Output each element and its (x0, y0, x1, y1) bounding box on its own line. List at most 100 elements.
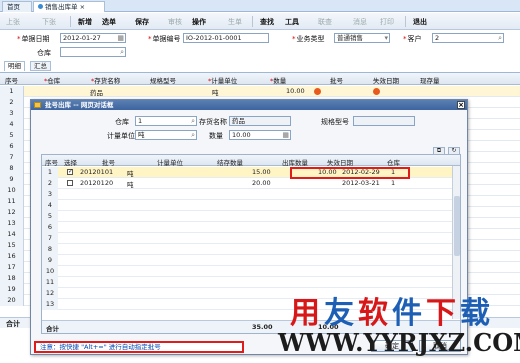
tab-detail[interactable]: 明细 (4, 61, 25, 71)
row-number: 2 (42, 178, 58, 189)
detail-tabs: 明细 汇总 (0, 61, 520, 71)
toolbar: 上张 下张 新增 选单 保存 审核 操作 生单 查找 工具 联查 消息 打印 退… (0, 13, 520, 30)
search-icon[interactable]: ⌕ (120, 48, 124, 56)
close-icon[interactable]: × (80, 3, 85, 11)
watermark-char: 软 (358, 296, 392, 331)
warehouse-field[interactable]: ⌕ (60, 47, 126, 57)
batch-row[interactable]: 4 (42, 200, 452, 211)
dlg-spec-label: 规格型号 (321, 118, 349, 126)
operation-button[interactable]: 操作 (192, 17, 206, 27)
dialog-title: 批号出库 -- 网页对话框 (45, 101, 114, 109)
watermark-char: 件 (392, 296, 426, 331)
find-button[interactable]: 查找 (260, 17, 274, 27)
row-number: 13 (0, 218, 24, 229)
col-no: 序号 (5, 77, 18, 85)
watermark-char: 载 (460, 296, 494, 331)
message-button[interactable]: 消息 (353, 17, 367, 27)
save-button[interactable]: 保存 (135, 17, 149, 27)
scrollbar-thumb[interactable] (454, 196, 460, 256)
new-button[interactable]: 新增 (78, 17, 92, 27)
dlg-goods-field: 药品 (229, 116, 291, 126)
row-number: 1 (0, 86, 24, 97)
row-number: 3 (0, 108, 24, 119)
generate-button[interactable]: 生单 (228, 17, 242, 27)
batch-row[interactable]: 7 (42, 233, 452, 244)
batch-row[interactable]: 6 (42, 222, 452, 233)
batch-row[interactable]: 9 (42, 255, 452, 266)
row-number: 4 (0, 119, 24, 130)
search-icon[interactable]: ⌕ (498, 34, 502, 42)
table-row[interactable]: 1 药品 吨 10.00 (0, 86, 520, 97)
dlg-qty-field[interactable]: 10.00 ▦ (229, 130, 291, 140)
row-number: 11 (0, 196, 24, 207)
total-label: 合计 (46, 325, 59, 333)
customer-field[interactable]: 2 ⌕ (432, 33, 504, 43)
qty-cell[interactable]: 10.00 (286, 87, 305, 95)
batch-row[interactable]: 10 (42, 266, 452, 277)
select-checkbox[interactable] (67, 180, 73, 186)
approve-button[interactable]: 审核 (168, 17, 182, 27)
dialog-form: 仓库 1 ⌕ 存货名称 药品 规格型号 计量单位 吨 ⌕ 数量 10.00 ▦ (31, 111, 467, 145)
search-icon[interactable]: ⌕ (191, 131, 195, 139)
biz-type-select[interactable]: 普通销售 ▾ (334, 33, 390, 43)
row-number: 14 (0, 229, 24, 240)
row-number: 20 (0, 295, 24, 306)
prev-button[interactable]: 上张 (6, 17, 20, 27)
dlg-warehouse-label: 仓库 (115, 118, 129, 126)
row-number: 13 (42, 299, 58, 310)
batch-row[interactable]: 8 (42, 244, 452, 255)
row-number: 7 (42, 233, 58, 244)
dlg-warehouse-field[interactable]: 1 ⌕ (135, 116, 197, 126)
batch-row[interactable]: 11 (42, 277, 452, 288)
goods-cell[interactable]: 药品 (90, 87, 103, 97)
row-number: 10 (42, 266, 58, 277)
tab-home[interactable]: 首页 (2, 1, 32, 12)
col-expire: 失效日期 (327, 159, 353, 167)
next-button[interactable]: 下张 (42, 17, 56, 27)
tab-summary[interactable]: 汇总 (30, 61, 51, 71)
print-button[interactable]: 打印 (380, 17, 394, 27)
col-spec: 规格型号 (150, 77, 176, 85)
select-source-button[interactable]: 选单 (102, 17, 116, 27)
search-icon[interactable]: ⌕ (191, 117, 195, 125)
row-number: 18 (0, 273, 24, 284)
code-label: *单据编号 (148, 35, 181, 43)
select-checkbox[interactable]: ✓ (67, 169, 73, 175)
calculator-icon[interactable]: ▦ (282, 131, 289, 139)
expire-cell: 2012-03-21 (342, 179, 380, 187)
date-field[interactable]: 2012-01-27 ▦ (60, 33, 126, 43)
close-icon[interactable]: × (457, 101, 465, 109)
document-tab-bar: 首页 销售出库单 × (0, 0, 520, 12)
chevron-down-icon: ▾ (384, 34, 388, 42)
calendar-icon[interactable]: ▦ (117, 34, 124, 42)
tools-button[interactable]: 工具 (285, 17, 299, 27)
batch-row[interactable]: 2 20120120 吨 20.00 2012-03-21 1 (42, 178, 452, 189)
warehouse-cell: 1 (391, 179, 396, 187)
total-label: 合计 (6, 320, 20, 328)
col-expire: 失效日期 (373, 77, 399, 85)
row-number: 19 (0, 284, 24, 295)
row-number: 12 (0, 207, 24, 218)
batch-row[interactable]: 3 (42, 189, 452, 200)
batch-row[interactable]: 5 (42, 211, 452, 222)
unit-cell[interactable]: 吨 (212, 87, 219, 97)
dlg-goods-label: 存货名称 (199, 118, 227, 126)
watermark-char: 用 (290, 296, 324, 331)
dlg-spec-field (353, 116, 415, 126)
grid-header: 序号 *仓库 *存货名称 规格型号 *计量单位 *数量 批号 失效日期 现存量 (0, 73, 520, 85)
toolbar-divider (70, 16, 71, 27)
shortcut-hint: 注意：按快捷 "Alt+=" 进行自动指定批号 (34, 341, 244, 353)
code-field[interactable]: IO-2012-01-0001 (183, 33, 269, 43)
row-number: 15 (0, 240, 24, 251)
tab-sales-outbound[interactable]: 销售出库单 × (33, 1, 105, 12)
dlg-unit-field[interactable]: 吨 ⌕ (135, 130, 197, 140)
row-number: 5 (0, 130, 24, 141)
row-number: 9 (0, 174, 24, 185)
exit-button[interactable]: 退出 (413, 17, 427, 27)
col-qty: *数量 (270, 77, 287, 85)
col-goods: *存货名称 (91, 77, 121, 85)
row-number: 16 (0, 251, 24, 262)
row-number: 9 (42, 255, 58, 266)
link-query-button[interactable]: 联查 (318, 17, 332, 27)
unit-cell: 吨 (127, 170, 134, 178)
